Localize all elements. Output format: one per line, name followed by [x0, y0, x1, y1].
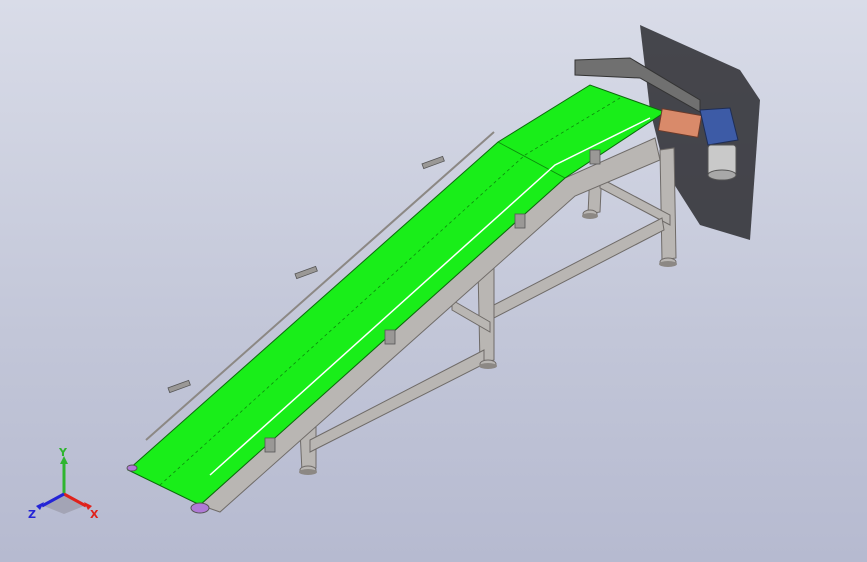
motor-shadow: [640, 25, 760, 240]
tail-pulley[interactable]: [190, 502, 210, 514]
conveyor-model[interactable]: [0, 0, 867, 562]
y-axis-label: Y: [58, 448, 68, 459]
triad-base: [44, 494, 84, 514]
x-axis-label: X: [90, 508, 99, 521]
reference-triad: Y X Z: [28, 448, 99, 521]
z-axis-label: Z: [28, 508, 36, 521]
tail-pulley-end: [126, 464, 138, 472]
graphics-viewport[interactable]: Y X Z: [0, 0, 867, 562]
conveyor-belt[interactable]: [127, 84, 667, 506]
